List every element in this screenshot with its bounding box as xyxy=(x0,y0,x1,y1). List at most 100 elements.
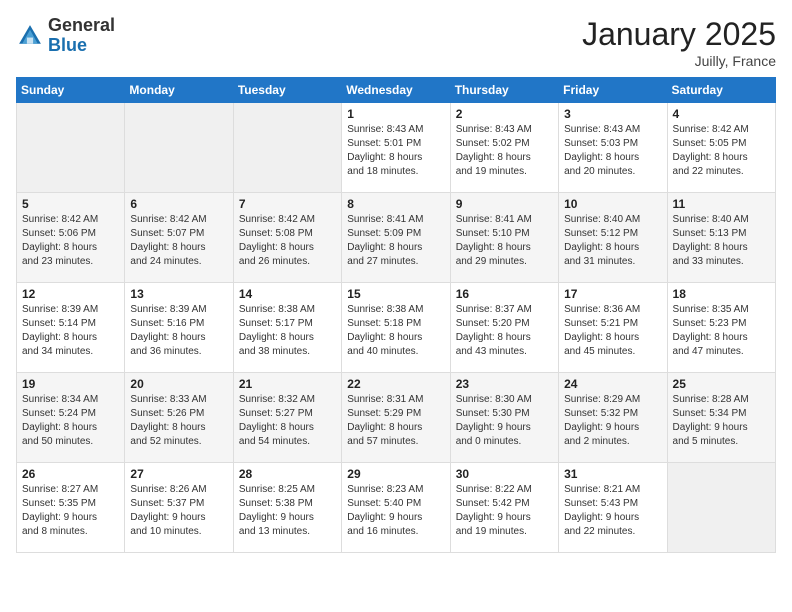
day-number: 19 xyxy=(22,377,119,391)
day-number: 1 xyxy=(347,107,444,121)
day-cell: 19Sunrise: 8:34 AM Sunset: 5:24 PM Dayli… xyxy=(17,373,125,463)
day-cell: 20 Sunrise: 8:33 AM Sunset: 5:26 PM Dayli… xyxy=(125,373,233,463)
day-info: Sunrise: 8:21 AM Sunset: 5:43 PM Dayligh… xyxy=(564,483,661,539)
day-number: 29 xyxy=(347,467,444,481)
day-number: 30 xyxy=(456,467,553,481)
day-cell xyxy=(233,103,341,193)
day-cell: 23 Sunrise: 8:30 AM Sunset: 5:30 PM Dayli… xyxy=(450,373,558,463)
day-number: 14 xyxy=(239,287,336,301)
week-row-5: 26Sunrise: 8:27 AM Sunset: 5:35 PM Dayli… xyxy=(17,463,776,553)
day-number: 24 xyxy=(564,377,661,391)
day-info: Sunrise: 8:36 AM Sunset: 5:21 PM Dayligh… xyxy=(564,303,661,359)
day-info: Sunrise: 8:26 AM Sunset: 5:37 PM Dayligh… xyxy=(130,483,227,539)
day-number: 25 xyxy=(673,377,770,391)
day-number: 3 xyxy=(564,107,661,121)
day-cell: 16 Sunrise: 8:37 AM Sunset: 5:20 PM Dayli… xyxy=(450,283,558,373)
day-number: 15 xyxy=(347,287,444,301)
day-info: Sunrise: 8:42 AM Sunset: 5:07 PM Dayligh… xyxy=(130,213,227,269)
day-cell: 27Sunrise: 8:26 AM Sunset: 5:37 PM Dayli… xyxy=(125,463,233,553)
day-number: 11 xyxy=(673,197,770,211)
week-row-4: 19Sunrise: 8:34 AM Sunset: 5:24 PM Dayli… xyxy=(17,373,776,463)
day-number: 10 xyxy=(564,197,661,211)
day-info: Sunrise: 8:40 AM Sunset: 5:13 PM Dayligh… xyxy=(673,213,770,269)
day-number: 9 xyxy=(456,197,553,211)
logo-general-text: General xyxy=(48,15,115,35)
week-row-2: 5Sunrise: 8:42 AM Sunset: 5:06 PM Daylig… xyxy=(17,193,776,283)
weekday-header-tuesday: Tuesday xyxy=(233,78,341,103)
day-number: 18 xyxy=(673,287,770,301)
day-info: Sunrise: 8:31 AM Sunset: 5:29 PM Dayligh… xyxy=(347,393,444,449)
day-info: Sunrise: 8:30 AM Sunset: 5:30 PM Dayligh… xyxy=(456,393,553,449)
day-cell xyxy=(17,103,125,193)
day-info: Sunrise: 8:37 AM Sunset: 5:20 PM Dayligh… xyxy=(456,303,553,359)
day-info: Sunrise: 8:39 AM Sunset: 5:14 PM Dayligh… xyxy=(22,303,119,359)
weekday-header-sunday: Sunday xyxy=(17,78,125,103)
day-number: 6 xyxy=(130,197,227,211)
day-info: Sunrise: 8:33 AM Sunset: 5:26 PM Dayligh… xyxy=(130,393,227,449)
day-cell: 13 Sunrise: 8:39 AM Sunset: 5:16 PM Dayli… xyxy=(125,283,233,373)
day-info: Sunrise: 8:28 AM Sunset: 5:34 PM Dayligh… xyxy=(673,393,770,449)
day-number: 12 xyxy=(22,287,119,301)
day-number: 20 xyxy=(130,377,227,391)
week-row-3: 12 Sunrise: 8:39 AM Sunset: 5:14 PM Dayli… xyxy=(17,283,776,373)
day-cell: 15 Sunrise: 8:38 AM Sunset: 5:18 PM Dayli… xyxy=(342,283,450,373)
day-info: Sunrise: 8:41 AM Sunset: 5:09 PM Dayligh… xyxy=(347,213,444,269)
title-block: January 2025 Juilly, France xyxy=(582,16,776,69)
day-number: 23 xyxy=(456,377,553,391)
day-number: 7 xyxy=(239,197,336,211)
logo: General Blue xyxy=(16,16,115,56)
weekday-header-thursday: Thursday xyxy=(450,78,558,103)
day-number: 31 xyxy=(564,467,661,481)
day-number: 4 xyxy=(673,107,770,121)
day-number: 2 xyxy=(456,107,553,121)
day-info: Sunrise: 8:43 AM Sunset: 5:02 PM Dayligh… xyxy=(456,123,553,179)
day-info: Sunrise: 8:42 AM Sunset: 5:06 PM Dayligh… xyxy=(22,213,119,269)
logo-icon xyxy=(16,22,44,50)
day-info: Sunrise: 8:43 AM Sunset: 5:01 PM Dayligh… xyxy=(347,123,444,179)
day-cell: 21 Sunrise: 8:32 AM Sunset: 5:27 PM Dayli… xyxy=(233,373,341,463)
day-info: Sunrise: 8:40 AM Sunset: 5:12 PM Dayligh… xyxy=(564,213,661,269)
day-info: Sunrise: 8:22 AM Sunset: 5:42 PM Dayligh… xyxy=(456,483,553,539)
day-cell: 7 Sunrise: 8:42 AM Sunset: 5:08 PM Daylig… xyxy=(233,193,341,283)
day-number: 21 xyxy=(239,377,336,391)
location: Juilly, France xyxy=(582,53,776,69)
day-cell: 11 Sunrise: 8:40 AM Sunset: 5:13 PM Dayli… xyxy=(667,193,775,283)
day-info: Sunrise: 8:38 AM Sunset: 5:18 PM Dayligh… xyxy=(347,303,444,359)
weekday-header-row: SundayMondayTuesdayWednesdayThursdayFrid… xyxy=(17,78,776,103)
day-number: 13 xyxy=(130,287,227,301)
day-info: Sunrise: 8:32 AM Sunset: 5:27 PM Dayligh… xyxy=(239,393,336,449)
day-info: Sunrise: 8:43 AM Sunset: 5:03 PM Dayligh… xyxy=(564,123,661,179)
day-cell: 30 Sunrise: 8:22 AM Sunset: 5:42 PM Dayli… xyxy=(450,463,558,553)
calendar: SundayMondayTuesdayWednesdayThursdayFrid… xyxy=(16,77,776,553)
day-info: Sunrise: 8:41 AM Sunset: 5:10 PM Dayligh… xyxy=(456,213,553,269)
day-cell: 12 Sunrise: 8:39 AM Sunset: 5:14 PM Dayli… xyxy=(17,283,125,373)
day-cell: 8 Sunrise: 8:41 AM Sunset: 5:09 PM Daylig… xyxy=(342,193,450,283)
weekday-header-saturday: Saturday xyxy=(667,78,775,103)
day-cell: 26Sunrise: 8:27 AM Sunset: 5:35 PM Dayli… xyxy=(17,463,125,553)
day-cell: 3 Sunrise: 8:43 AM Sunset: 5:03 PM Daylig… xyxy=(559,103,667,193)
page-header: General Blue January 2025 Juilly, France xyxy=(16,16,776,69)
day-cell: 14 Sunrise: 8:38 AM Sunset: 5:17 PM Dayli… xyxy=(233,283,341,373)
weekday-header-friday: Friday xyxy=(559,78,667,103)
day-cell: 4Sunrise: 8:42 AM Sunset: 5:05 PM Daylig… xyxy=(667,103,775,193)
day-info: Sunrise: 8:42 AM Sunset: 5:08 PM Dayligh… xyxy=(239,213,336,269)
day-cell xyxy=(667,463,775,553)
day-number: 8 xyxy=(347,197,444,211)
day-cell: 24 Sunrise: 8:29 AM Sunset: 5:32 PM Dayli… xyxy=(559,373,667,463)
day-cell: 29 Sunrise: 8:23 AM Sunset: 5:40 PM Dayli… xyxy=(342,463,450,553)
day-cell: 5Sunrise: 8:42 AM Sunset: 5:06 PM Daylig… xyxy=(17,193,125,283)
day-number: 16 xyxy=(456,287,553,301)
logo-blue-text: Blue xyxy=(48,35,87,55)
day-cell: 25 Sunrise: 8:28 AM Sunset: 5:34 PM Dayli… xyxy=(667,373,775,463)
day-info: Sunrise: 8:35 AM Sunset: 5:23 PM Dayligh… xyxy=(673,303,770,359)
day-cell: 18 Sunrise: 8:35 AM Sunset: 5:23 PM Dayli… xyxy=(667,283,775,373)
day-info: Sunrise: 8:23 AM Sunset: 5:40 PM Dayligh… xyxy=(347,483,444,539)
day-cell: 6 Sunrise: 8:42 AM Sunset: 5:07 PM Daylig… xyxy=(125,193,233,283)
day-number: 26 xyxy=(22,467,119,481)
day-info: Sunrise: 8:29 AM Sunset: 5:32 PM Dayligh… xyxy=(564,393,661,449)
day-info: Sunrise: 8:39 AM Sunset: 5:16 PM Dayligh… xyxy=(130,303,227,359)
weekday-header-wednesday: Wednesday xyxy=(342,78,450,103)
day-info: Sunrise: 8:38 AM Sunset: 5:17 PM Dayligh… xyxy=(239,303,336,359)
weekday-header-monday: Monday xyxy=(125,78,233,103)
week-row-1: 1 Sunrise: 8:43 AM Sunset: 5:01 PM Daylig… xyxy=(17,103,776,193)
